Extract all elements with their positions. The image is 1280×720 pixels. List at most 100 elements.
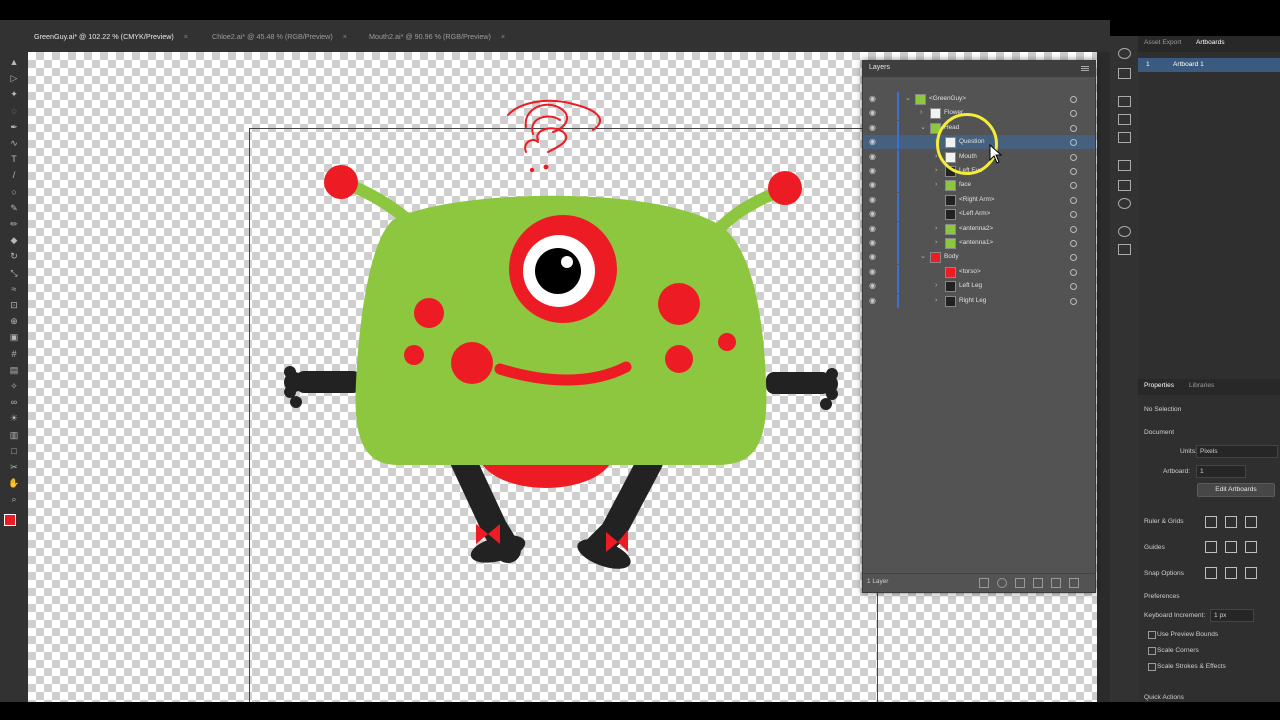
layer-row[interactable]: ◉ › face (863, 178, 1095, 193)
scale-strokes-checkbox[interactable] (1148, 663, 1156, 671)
perspective-icon[interactable]: ▣ (7, 331, 21, 343)
target-icon[interactable] (1070, 182, 1077, 190)
color-icon[interactable] (1118, 48, 1131, 59)
layer-row[interactable]: ◉ <Left Arm> (863, 207, 1095, 222)
layer-row[interactable]: ◉ <Right Arm> (863, 192, 1095, 207)
hand-icon[interactable]: ✋ (7, 477, 21, 489)
ruler-icon[interactable] (1205, 516, 1217, 528)
doc-tab-chloe2[interactable]: Chloe2.ai* @ 45.48 % (RGB/Preview) × (212, 30, 347, 44)
width-icon[interactable]: ≈ (7, 283, 21, 295)
chevron-right-icon[interactable]: › (935, 164, 937, 178)
lock-guides-icon[interactable] (1225, 541, 1237, 553)
target-icon[interactable] (1070, 254, 1077, 262)
visibility-eye-icon[interactable]: ◉ (869, 121, 876, 135)
snap-grid-icon[interactable] (1225, 567, 1237, 579)
trash-icon[interactable] (1069, 578, 1079, 588)
lasso-icon[interactable]: ◌ (7, 105, 21, 117)
target-icon[interactable] (1070, 297, 1077, 305)
target-icon[interactable] (1070, 196, 1077, 204)
target-icon[interactable] (1070, 211, 1077, 219)
locate-object-icon[interactable] (997, 578, 1007, 588)
stroke-icon[interactable] (1118, 160, 1131, 171)
graphic-styles-icon[interactable] (1118, 244, 1131, 255)
visibility-eye-icon[interactable]: ◉ (869, 92, 876, 106)
layer-row[interactable]: ◉ ⌄ <GreenGuy> (863, 92, 1095, 106)
snap-point-icon[interactable] (1205, 567, 1217, 579)
use-preview-bounds-checkbox[interactable] (1148, 631, 1156, 639)
layer-row[interactable]: ◉ › <antenna2> (863, 221, 1095, 236)
type-icon[interactable]: T (7, 153, 21, 165)
snap-pixel-icon[interactable] (1245, 567, 1257, 579)
tab-libraries[interactable]: Libraries (1189, 382, 1214, 389)
new-sublayer-icon[interactable] (1033, 578, 1043, 588)
chevron-right-icon[interactable]: › (935, 178, 937, 192)
visibility-eye-icon[interactable]: ◉ (869, 294, 876, 308)
close-icon[interactable]: × (501, 32, 505, 41)
chevron-down-icon[interactable]: ⌄ (920, 121, 926, 135)
visibility-eye-icon[interactable]: ◉ (869, 150, 876, 164)
scale-icon[interactable]: ⤡ (7, 267, 21, 279)
visibility-eye-icon[interactable]: ◉ (869, 265, 876, 279)
layer-row[interactable]: ◉ ⌄ Body (863, 250, 1095, 265)
target-icon[interactable] (1070, 110, 1077, 118)
keyboard-increment-input[interactable]: 1 px (1210, 609, 1254, 622)
chevron-right-icon[interactable]: › (935, 294, 937, 308)
layer-row[interactable]: ◉ › Left Leg (863, 279, 1095, 294)
magic-wand-icon[interactable]: ✦ (7, 88, 21, 100)
target-icon[interactable] (1070, 124, 1077, 132)
visibility-eye-icon[interactable]: ◉ (869, 193, 876, 207)
visibility-eye-icon[interactable]: ◉ (869, 250, 876, 264)
smart-guides-icon[interactable] (1245, 541, 1257, 553)
swatches-icon[interactable] (1118, 68, 1131, 79)
clipping-mask-icon[interactable] (1015, 578, 1025, 588)
select-icon[interactable]: ▲ (7, 56, 21, 68)
edit-artboards-button[interactable]: Edit Artboards (1197, 483, 1275, 497)
show-guides-icon[interactable] (1205, 541, 1217, 553)
layers-tab[interactable]: Layers (869, 64, 890, 71)
panel-menu-icon[interactable] (1081, 66, 1089, 67)
gradient-icon[interactable]: ▤ (7, 364, 21, 376)
graph-icon[interactable]: ▥ (7, 429, 21, 441)
transform-icon[interactable] (1118, 96, 1131, 107)
chevron-down-icon[interactable]: ⌄ (905, 92, 911, 106)
transparency-grid-icon[interactable] (1245, 516, 1257, 528)
chevron-right-icon[interactable]: › (935, 279, 937, 293)
symbols-icon[interactable] (1118, 132, 1131, 143)
eraser-icon[interactable]: ◆ (7, 234, 21, 246)
pencil-icon[interactable]: ✏ (7, 218, 21, 230)
close-icon[interactable]: × (184, 32, 188, 41)
vertical-scrollbar[interactable] (1097, 52, 1110, 702)
gradient-icon[interactable] (1118, 180, 1131, 191)
target-icon[interactable] (1070, 268, 1077, 276)
chevron-right-icon[interactable]: › (935, 222, 937, 236)
target-icon[interactable] (1070, 96, 1077, 103)
pen-icon[interactable]: ✒ (7, 121, 21, 133)
layer-row[interactable]: ◉ › Right Leg (863, 293, 1095, 308)
eyedropper-icon[interactable]: ✧ (7, 380, 21, 392)
target-icon[interactable] (1070, 139, 1077, 147)
visibility-eye-icon[interactable]: ◉ (869, 164, 876, 178)
visibility-eye-icon[interactable]: ◉ (869, 207, 876, 221)
target-icon[interactable] (1070, 153, 1077, 161)
appearance-icon[interactable] (1118, 226, 1131, 237)
target-icon[interactable] (1070, 240, 1077, 247)
target-icon[interactable] (1070, 168, 1077, 175)
curvature-icon[interactable]: ∿ (7, 137, 21, 149)
artboard-row[interactable]: 1 Artboard 1 (1138, 58, 1280, 72)
target-icon[interactable] (1070, 283, 1077, 291)
artboard-select[interactable]: 1 (1196, 465, 1246, 478)
brushes-icon[interactable] (1118, 114, 1131, 125)
tab-properties[interactable]: Properties (1144, 382, 1174, 389)
tab-artboards[interactable]: Artboards (1196, 39, 1225, 46)
slice-icon[interactable]: ✂ (7, 461, 21, 473)
shape-builder-icon[interactable]: ⊕ (7, 315, 21, 327)
zoom-icon[interactable]: ⌕ (7, 493, 21, 505)
rotate-icon[interactable]: ↻ (7, 250, 21, 262)
free-transform-icon[interactable]: ⊡ (7, 299, 21, 311)
visibility-eye-icon[interactable]: ◉ (869, 106, 876, 120)
chevron-down-icon[interactable]: ⌄ (920, 250, 926, 264)
ellipse-icon[interactable]: ○ (7, 186, 21, 198)
visibility-eye-icon[interactable]: ◉ (869, 178, 876, 192)
visibility-eye-icon[interactable]: ◉ (869, 236, 876, 250)
visibility-eye-icon[interactable]: ◉ (869, 279, 876, 293)
